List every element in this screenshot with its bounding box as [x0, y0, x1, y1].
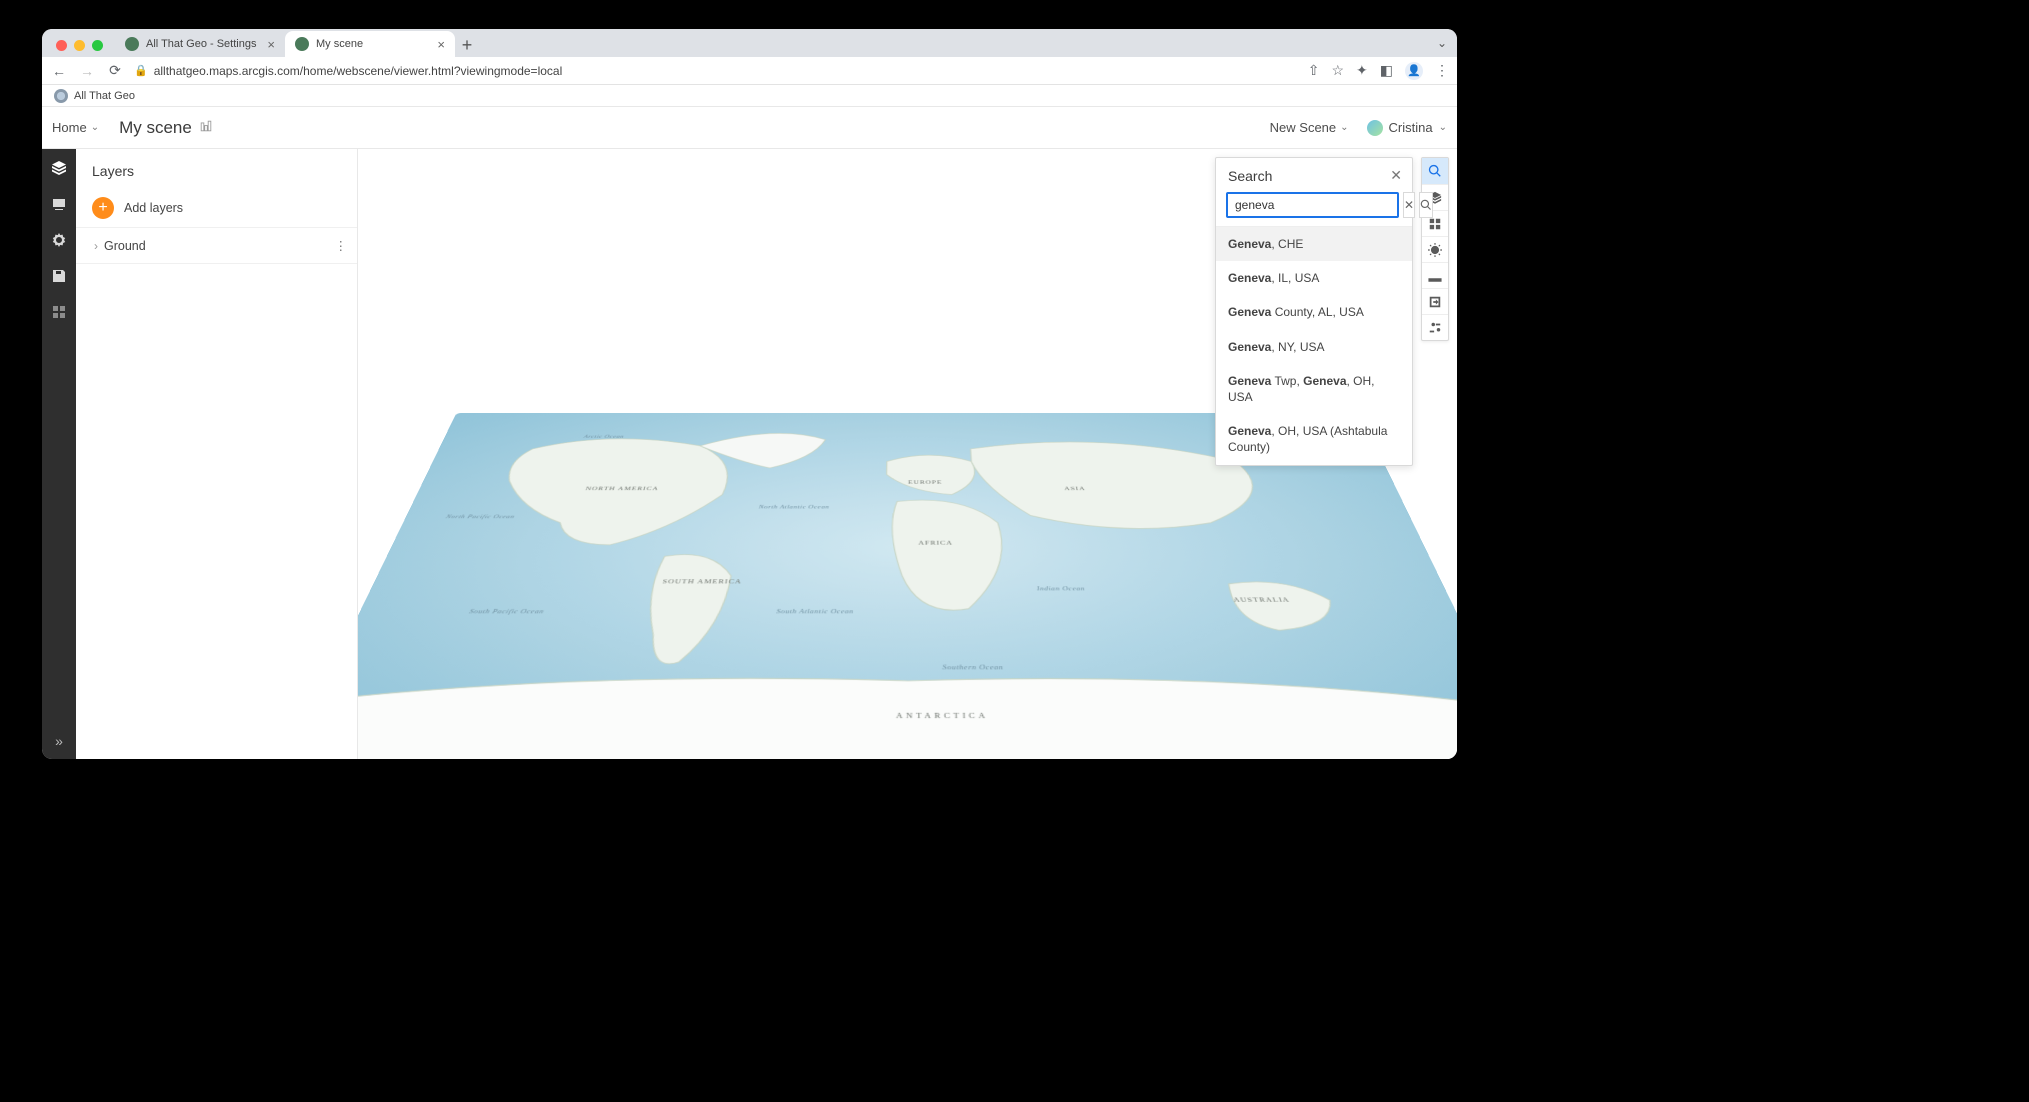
submit-search-icon[interactable]	[1419, 192, 1433, 218]
search-result[interactable]: Geneva, IL, USA	[1216, 261, 1412, 295]
plus-icon: +	[92, 197, 114, 219]
sidepanel-icon[interactable]: ◧	[1380, 62, 1393, 79]
nav-forward-icon: →	[78, 63, 96, 79]
chevron-down-icon: ⌄	[1340, 122, 1348, 133]
profile-avatar-icon[interactable]: 👤	[1405, 62, 1423, 80]
map-ocean-label: Indian Ocean	[1036, 585, 1085, 591]
bookmark-item[interactable]: All That Geo	[74, 90, 135, 102]
user-avatar-icon	[1367, 120, 1383, 136]
clear-search-icon[interactable]: ✕	[1403, 192, 1415, 218]
favicon-icon	[295, 37, 309, 51]
map-ocean-label: Southern Ocean	[942, 664, 1003, 671]
search-result[interactable]: Geneva, OH, USA (Ashtabula County)	[1216, 414, 1412, 464]
home-label: Home	[52, 120, 87, 135]
search-result[interactable]: Geneva Twp, Geneva, OH, USA	[1216, 364, 1412, 414]
map-label: SOUTH AMERICA	[661, 578, 742, 584]
search-results: Geneva, CHE Geneva, IL, USA Geneva Count…	[1216, 226, 1412, 465]
close-tab-icon[interactable]: ×	[437, 38, 445, 51]
layer-item-ground[interactable]: › Ground ⋮	[76, 227, 357, 264]
map-label: AUSTRALIA	[1232, 596, 1290, 602]
browser-window: All That Geo - Settings × My scene × + ⌄…	[42, 29, 1457, 759]
chevron-down-icon: ⌄	[1439, 122, 1447, 133]
search-icon[interactable]	[1422, 158, 1448, 184]
more-options-icon[interactable]: ⋮	[335, 238, 348, 253]
bookmark-favicon-icon	[54, 89, 68, 103]
browser-tab-myscene[interactable]: My scene ×	[285, 31, 455, 57]
tab-title: All That Geo - Settings	[146, 38, 256, 50]
nav-back-icon[interactable]: ←	[50, 63, 68, 79]
browser-tabstrip: All That Geo - Settings × My scene × + ⌄	[42, 29, 1457, 57]
rail-settings-icon[interactable]	[50, 231, 68, 249]
rail-save-icon[interactable]	[50, 267, 68, 285]
window-controls[interactable]	[50, 40, 109, 57]
bookmarks-bar: All That Geo	[42, 85, 1457, 107]
address-bar[interactable]: 🔒 allthatgeo.maps.arcgis.com/home/websce…	[134, 64, 1298, 78]
tab-title: My scene	[316, 38, 363, 50]
favicon-icon	[125, 37, 139, 51]
url-text: allthatgeo.maps.arcgis.com/home/webscene…	[154, 64, 563, 78]
map-label: ASIA	[1063, 486, 1085, 491]
left-rail: »	[42, 149, 76, 759]
new-scene-label: New Scene	[1270, 120, 1336, 135]
search-result[interactable]: Geneva County, AL, USA	[1216, 295, 1412, 329]
nav-reload-icon[interactable]: ⟳	[106, 62, 124, 79]
window-zoom-icon[interactable]	[92, 40, 103, 51]
window-close-icon[interactable]	[56, 40, 67, 51]
lock-icon: 🔒	[134, 64, 148, 77]
map-ocean-label: North Atlantic Ocean	[758, 504, 829, 509]
home-menu[interactable]: Home ⌄	[52, 120, 111, 135]
rail-collapse-icon[interactable]: »	[55, 733, 63, 749]
map-label: EUROPE	[908, 480, 942, 485]
extensions-icon[interactable]: ✦	[1356, 62, 1368, 79]
close-icon[interactable]: ✕	[1390, 167, 1402, 184]
search-result[interactable]: Geneva, CHE	[1216, 227, 1412, 261]
add-layers-button[interactable]: + Add layers	[76, 189, 357, 227]
map-label: AFRICA	[918, 540, 953, 546]
buildings-icon[interactable]	[199, 119, 213, 136]
rail-slides-icon[interactable]	[50, 195, 68, 213]
share-icon[interactable]	[1422, 288, 1448, 314]
scene-title: My scene	[119, 118, 213, 138]
new-tab-button[interactable]: +	[455, 33, 479, 57]
search-title: Search	[1228, 168, 1272, 184]
bookmark-star-icon[interactable]: ☆	[1331, 62, 1344, 79]
map-ocean-label: South Atlantic Ocean	[776, 608, 854, 615]
user-name: Cristina	[1389, 120, 1433, 135]
workspace: » Layers + Add layers › Ground ⋮	[42, 149, 1457, 759]
layers-panel: Layers + Add layers › Ground ⋮	[76, 149, 358, 759]
search-panel: Search ✕ ✕ Geneva, CHE Geneva, IL, USA G…	[1215, 157, 1413, 466]
layer-label: Ground	[104, 239, 146, 253]
chevron-down-icon: ⌄	[91, 122, 99, 133]
browser-tab-settings[interactable]: All That Geo - Settings ×	[115, 31, 285, 57]
scene-title-text: My scene	[119, 118, 192, 138]
app-header: Home ⌄ My scene New Scene ⌄ Cristina ⌄	[42, 107, 1457, 149]
new-scene-menu[interactable]: New Scene ⌄	[1270, 120, 1349, 135]
settings-gear-icon[interactable]	[1422, 314, 1448, 340]
layers-panel-title: Layers	[76, 149, 357, 189]
daylight-icon[interactable]	[1422, 236, 1448, 262]
tab-overflow-icon[interactable]: ⌄	[1437, 36, 1447, 50]
measure-icon[interactable]	[1422, 262, 1448, 288]
kebab-menu-icon[interactable]: ⋮	[1435, 62, 1449, 79]
search-result[interactable]: Geneva, NY, USA	[1216, 330, 1412, 364]
map-label: NORTH AMERICA	[584, 486, 659, 491]
chevron-right-icon: ›	[94, 239, 98, 253]
add-layers-label: Add layers	[124, 201, 183, 215]
scene-canvas[interactable]: NORTH AMERICA SOUTH AMERICA EUROPE AFRIC…	[358, 149, 1457, 759]
rail-apps-icon[interactable]	[50, 303, 68, 321]
browser-toolbar: ← → ⟳ 🔒 allthatgeo.maps.arcgis.com/home/…	[42, 57, 1457, 85]
close-tab-icon[interactable]: ×	[267, 38, 275, 51]
search-input[interactable]	[1226, 192, 1399, 218]
user-menu[interactable]: Cristina ⌄	[1367, 120, 1447, 136]
share-page-icon[interactable]: ⇧	[1308, 62, 1320, 79]
window-minimize-icon[interactable]	[74, 40, 85, 51]
map-ocean-label: Arctic Ocean	[583, 434, 625, 439]
rail-layers-icon[interactable]	[50, 159, 68, 177]
map-label: ANTARCTICA	[895, 712, 988, 720]
scene-tools	[1421, 157, 1449, 341]
map-ocean-label: South Pacific Ocean	[468, 608, 545, 615]
map-ocean-label: North Pacific Ocean	[444, 514, 515, 520]
